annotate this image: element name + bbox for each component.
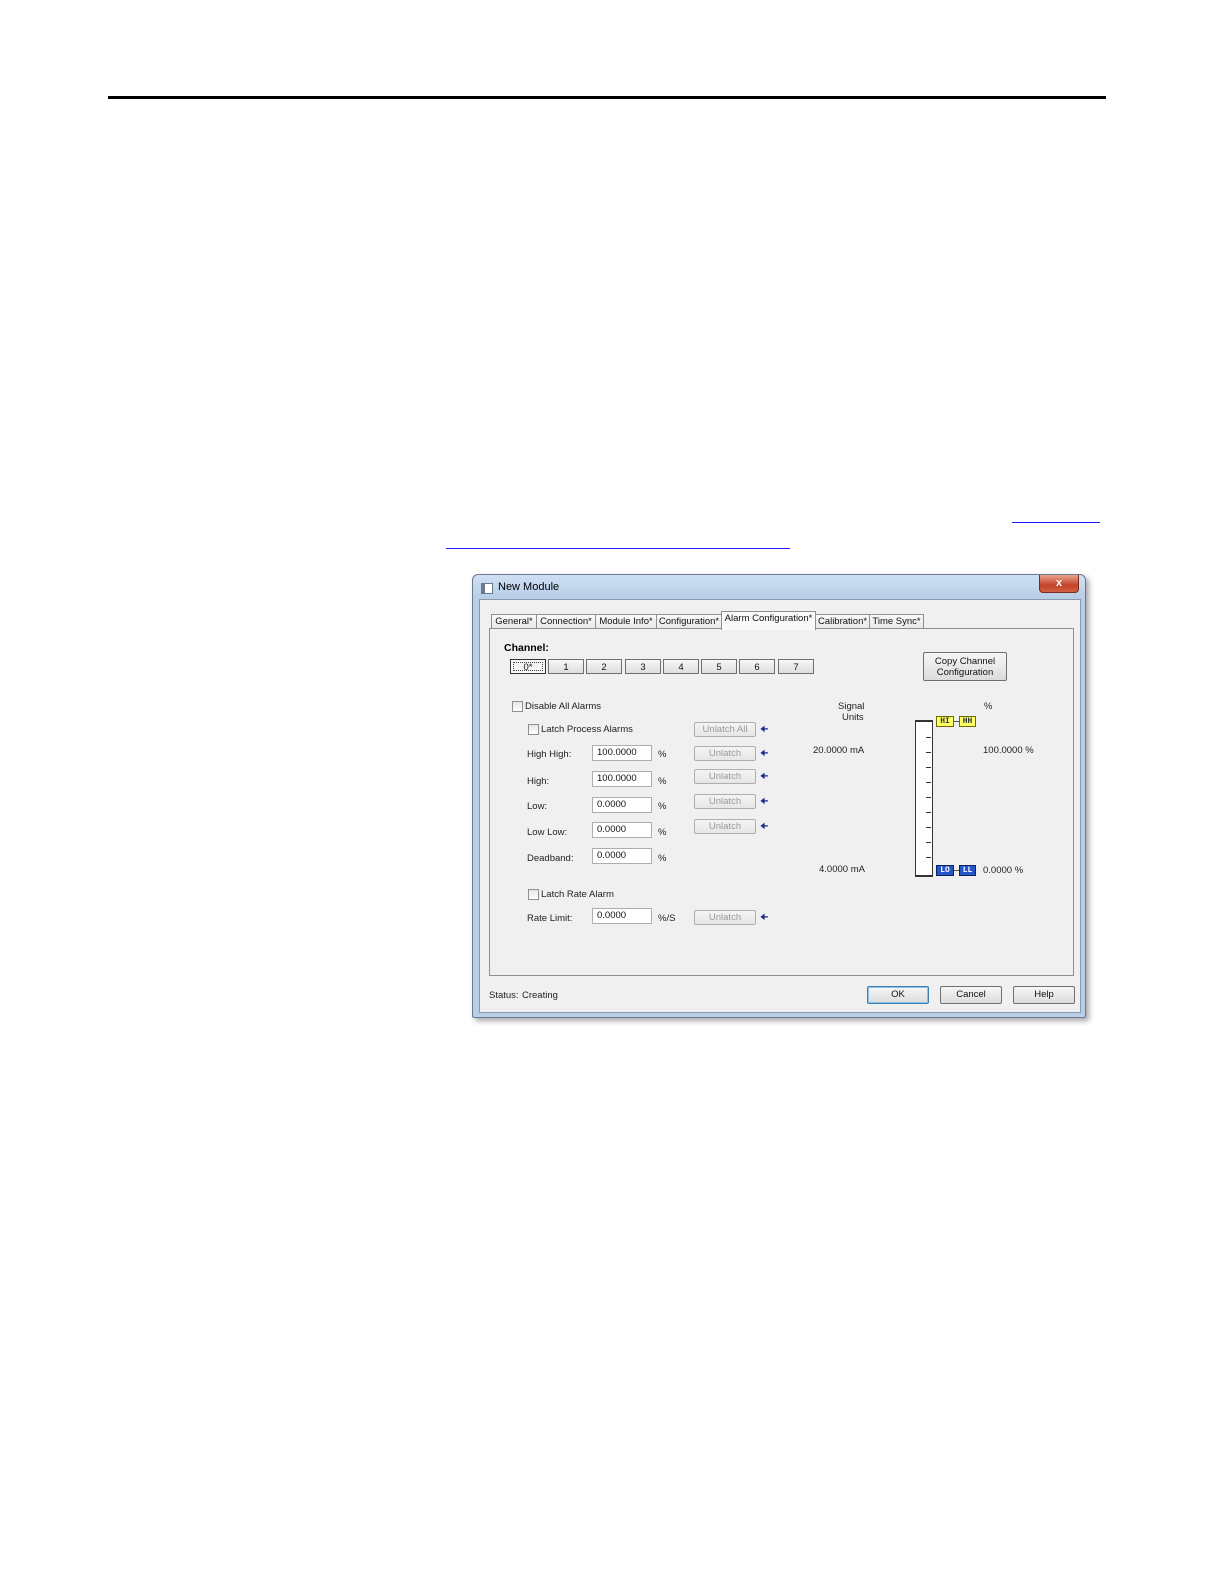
signal-units-label-line-1: Signal [838,701,865,712]
disable-all-alarms-checkbox[interactable] [512,701,523,712]
status-label: Status: [489,990,519,1001]
scale-tick [926,752,931,753]
ll-alarm-marker[interactable]: LL [959,865,976,876]
high-input[interactable]: 100.0000 [592,771,652,787]
hh-alarm-marker[interactable]: HH [959,716,976,727]
latch-process-alarms-checkbox[interactable] [528,724,539,735]
deadband-label: Deadband: [527,853,574,864]
page-rule [108,96,1106,99]
low-signal-value: 4.0000 mA [819,864,865,875]
unlatch-all-button[interactable]: Unlatch All [694,722,756,737]
tab-module-info[interactable]: Module Info* [595,614,657,629]
tab-connection[interactable]: Connection* [536,614,596,629]
latch-process-alarms-label: Latch Process Alarms [541,724,633,735]
latch-rate-alarm-checkbox[interactable] [528,889,539,900]
left-arrow-icon: 🠈 [760,771,769,781]
scale-tick [926,767,931,768]
left-arrow-icon: 🠈 [760,912,769,922]
status-value: Creating [522,990,558,1001]
scale-tick [926,842,931,843]
ok-button[interactable]: OK [867,986,929,1004]
high-high-label: High High: [527,749,572,760]
scale-tick [926,857,931,858]
deadband-unit: % [658,853,667,864]
alarm-configuration-panel: Channel: 0* 1 2 3 4 5 6 7 Copy Channel C… [489,628,1074,976]
scale-tick [926,827,931,828]
left-arrow-icon: 🠈 [760,724,769,734]
document-link-underline[interactable] [1012,522,1100,523]
channel-1-button[interactable]: 1 [548,659,584,674]
low-label: Low: [527,801,548,812]
copy-button-line-2: Configuration [936,667,994,678]
hi-alarm-marker[interactable]: HI [936,716,954,727]
tab-calibration[interactable]: Calibration* [815,614,870,629]
unlatch-high-button[interactable]: Unlatch [694,769,756,784]
rate-limit-unit: %/S [658,913,676,924]
channel-0-button[interactable]: 0* [510,659,546,674]
left-arrow-icon: 🠈 [760,748,769,758]
copy-button-line-1: Copy Channel [934,656,996,667]
left-arrow-icon: 🠈 [760,821,769,831]
unlatch-rate-button[interactable]: Unlatch [694,910,756,925]
copy-channel-configuration-button[interactable]: Copy Channel Configuration [923,652,1007,681]
low-unit: % [658,801,667,812]
channel-label: Channel: [504,642,549,654]
disable-all-alarms-label: Disable All Alarms [525,701,602,712]
unlatch-low-low-button[interactable]: Unlatch [694,819,756,834]
deadband-input[interactable]: 0.0000 [592,848,652,864]
unlatch-high-high-button[interactable]: Unlatch [694,746,756,761]
unlatch-low-button[interactable]: Unlatch [694,794,756,809]
new-module-dialog: New Module x General* Connection* Module… [472,574,1086,1018]
scale-tick [926,782,931,783]
low-percent-value: 0.0000 % [983,865,1024,876]
dialog-client-area: General* Connection* Module Info* Config… [479,599,1081,1013]
low-low-label: Low Low: [527,827,568,838]
help-button[interactable]: Help [1013,986,1075,1004]
signal-units-label-line-2: Units [842,712,864,723]
high-unit: % [658,776,667,787]
latch-rate-alarm-label: Latch Rate Alarm [541,889,614,900]
document-link-underline-continued[interactable] [446,548,790,549]
window-icon [481,583,493,594]
channel-5-button[interactable]: 5 [701,659,737,674]
lo-alarm-marker[interactable]: LO [936,865,954,876]
scale-tick [926,812,931,813]
tab-alarm-configuration[interactable]: Alarm Configuration* [721,611,816,630]
rate-limit-label: Rate Limit: [527,913,573,924]
close-button[interactable]: x [1039,575,1079,593]
channel-7-button[interactable]: 7 [778,659,814,674]
tab-configuration[interactable]: Configuration* [656,614,722,629]
percent-header: % [984,701,993,712]
channel-4-button[interactable]: 4 [663,659,699,674]
channel-3-button[interactable]: 3 [625,659,661,674]
title-bar[interactable]: New Module x [473,575,1085,599]
high-high-input[interactable]: 100.0000 [592,745,652,761]
low-input[interactable]: 0.0000 [592,797,652,813]
rate-limit-input[interactable]: 0.0000 [592,908,652,924]
window-title: New Module [498,581,560,593]
left-arrow-icon: 🠈 [760,796,769,806]
low-low-unit: % [658,827,667,838]
tab-general[interactable]: General* [491,614,537,629]
tab-time-sync[interactable]: Time Sync* [869,614,924,629]
scale-tick [926,737,931,738]
high-percent-value: 100.0000 % [983,745,1034,756]
low-low-input[interactable]: 0.0000 [592,822,652,838]
channel-6-button[interactable]: 6 [739,659,775,674]
channel-2-button[interactable]: 2 [586,659,622,674]
high-signal-value: 20.0000 mA [813,745,865,756]
high-high-unit: % [658,749,667,760]
scale-tick [926,797,931,798]
high-label: High: [527,776,550,787]
cancel-button[interactable]: Cancel [940,986,1002,1004]
alarm-scale-bar [915,720,933,877]
